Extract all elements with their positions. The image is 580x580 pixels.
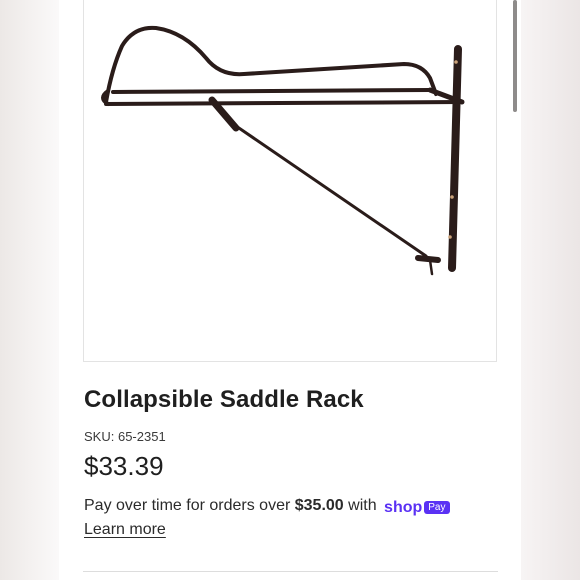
learn-more-link[interactable]: Learn more	[84, 521, 166, 539]
shop-pay-word: shop	[384, 499, 423, 516]
product-price: $33.39	[84, 451, 164, 481]
installments-text-middle: with	[348, 497, 377, 514]
sku-label: SKU:	[84, 429, 115, 444]
product-image-frame[interactable]	[83, 0, 497, 362]
scrollbar-thumb[interactable]	[513, 0, 517, 112]
shop-pay-logo: shop Pay	[384, 499, 450, 517]
sku-row: SKU: 65-2351	[84, 429, 166, 444]
rack-upper-rail	[111, 88, 432, 94]
product-title: Collapsible Saddle Rack	[84, 386, 364, 413]
installments-threshold: $35.00	[294, 497, 344, 514]
installments-text-prefix: Pay over time for orders over	[84, 497, 291, 514]
installments-message: Pay over time for orders over $35.00 wit…	[84, 497, 450, 517]
saddle-rack-image	[101, 25, 465, 276]
rack-lower-rail	[104, 100, 464, 106]
shop-pay-badge: Pay	[424, 501, 450, 514]
rack-wall-bracket	[448, 45, 462, 272]
section-divider	[83, 571, 498, 572]
rack-brace	[234, 124, 428, 258]
sku-value: 65-2351	[117, 429, 166, 444]
